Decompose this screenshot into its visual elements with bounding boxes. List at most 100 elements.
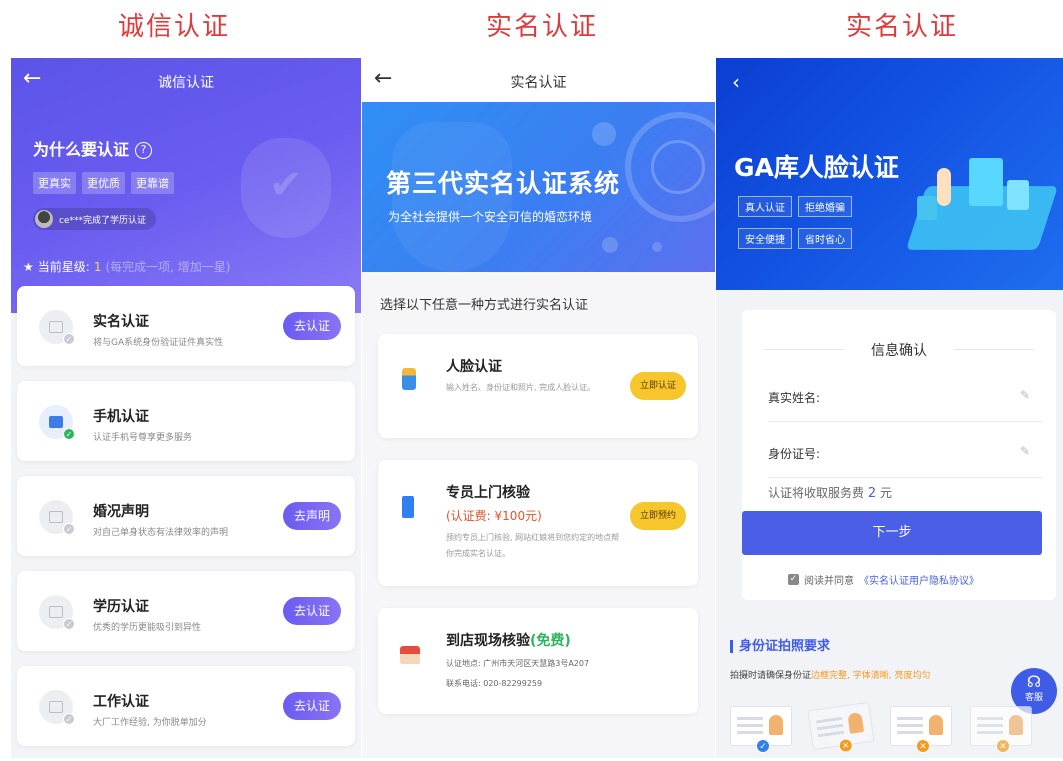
banner-title: GA库人脸认证 xyxy=(734,153,899,182)
fee-prefix: 认证将收取服务费 xyxy=(768,486,865,500)
card-desc: 对自己单身状态有法律效率的声明 xyxy=(93,528,229,538)
card-onsite-visit[interactable]: 专员上门核验 (认证费: ¥100元) 预约专员上门核验, 网站红娘将到您约定的… xyxy=(378,460,698,586)
tag: 拒绝婚骗 xyxy=(798,196,852,217)
tag: 安全便捷 xyxy=(738,228,792,249)
agreement-row: ✓ 阅读并同意 《实名认证用户隐私协议》 xyxy=(788,572,979,587)
card-desc: 优秀的学历更能吸引到异性 xyxy=(93,623,202,633)
activity-notice: ce***完成了学历认证 xyxy=(33,208,156,230)
pencil-icon: ✎ xyxy=(1019,444,1030,458)
tag: 更真实 xyxy=(33,172,76,194)
why-certify-text: 为什么要认证 xyxy=(33,140,130,159)
star-icon: ★ xyxy=(23,259,34,274)
graduation-cap-icon: ✓ xyxy=(39,595,75,630)
document-icon xyxy=(402,496,414,518)
back-chevron-icon[interactable]: ‹ xyxy=(732,70,740,94)
card-work[interactable]: ✓ 工作认证 大厂工作经验, 为你脱单加分 去认证 xyxy=(17,666,355,746)
id-card-icon: ✓ xyxy=(39,310,75,345)
pencil-icon: ✎ xyxy=(1019,388,1030,402)
card-education[interactable]: ✓ 学历认证 优秀的学历更能吸引到异性 去认证 xyxy=(17,571,355,651)
ring-deco xyxy=(651,140,705,194)
section-instruction: 选择以下任意一种方式进行实名认证 xyxy=(380,298,589,313)
tag: 真人认证 xyxy=(738,196,792,217)
id-example-blurry: ✕ xyxy=(970,706,1032,753)
card-realname[interactable]: ✓ 实名认证 将与GA系统身份验证证件真实性 去认证 xyxy=(17,286,355,366)
store-title: 到店现场核验 xyxy=(446,633,530,649)
card-desc: 输入姓名、身份证和照片, 完成人脸认证。 xyxy=(446,383,596,392)
cross-icon: ✕ xyxy=(916,739,930,753)
screen-ga-face-auth: ‹ GA库人脸认证 真人认证 拒绝婚骗 安全便捷 省时省心 信息确认 真实姓名: xyxy=(716,58,1063,758)
card-title: 人脸认证 xyxy=(446,359,502,375)
screen-realname-options: ← 实名认证 第三代实名认证系统 为全社会提供一个安全可信的婚恋环境 选择以下任… xyxy=(362,58,715,758)
store-icon xyxy=(400,646,420,664)
level-hint: (每完成一项, 增加一星) xyxy=(105,260,231,274)
page-title: 诚信认证 xyxy=(158,75,214,91)
star-level: ★ 当前星级: 1 (每完成一项, 增加一星) xyxy=(23,258,230,275)
caption-realname-1: 实名认证 xyxy=(486,12,599,42)
certify-now-button[interactable]: 立即认证 xyxy=(630,372,686,400)
real-name-field[interactable]: 真实姓名: ✎ xyxy=(768,372,1042,422)
card-title: 到店现场核验(免费) xyxy=(446,630,571,650)
tag: 省时省心 xyxy=(798,228,852,249)
req-prefix: 拍摄时请确保身份证 xyxy=(730,671,812,681)
caption-credit: 诚信认证 xyxy=(118,12,231,42)
form-title: 信息确认 xyxy=(742,340,1056,360)
top-bar: ← 诚信认证 xyxy=(11,58,361,102)
cross-icon: ✕ xyxy=(837,737,854,754)
checkbox[interactable]: ✓ xyxy=(788,574,799,585)
help-circle-icon[interactable]: ? xyxy=(135,142,153,159)
id-example-correct: ✓ xyxy=(730,706,792,753)
info-confirm-form: 信息确认 真实姓名: ✎ 身份证号: ✎ 认证将收取服务费 2 元 下一步 ✓ … xyxy=(742,310,1056,600)
card-store-visit[interactable]: 到店现场核验(免费) 认证地点: 广州市天河区天慧路3号A207 联系电话: 0… xyxy=(378,608,698,714)
card-marital[interactable]: ✓ 婚况声明 对自己单身状态有法律效率的声明 去声明 xyxy=(17,476,355,556)
card-title: 实名认证 xyxy=(93,314,149,330)
store-phone[interactable]: 联系电话: 020-82299259 xyxy=(446,676,686,692)
card-phone[interactable]: ✓ 手机认证 认证手机号尊享更多服务 xyxy=(17,381,355,461)
why-certify-heading: 为什么要认证? xyxy=(33,136,153,160)
id-example-tilted: ✕ xyxy=(807,701,875,754)
tag: 更靠谱 xyxy=(131,172,174,194)
req-highlight: 边框完整, 字体清晰, 亮度均匀 xyxy=(811,671,931,681)
field-label: 真实姓名: xyxy=(768,391,821,405)
avatar xyxy=(35,210,53,228)
privacy-agreement-link[interactable]: 《实名认证用户隐私协议》 xyxy=(859,572,979,587)
visit-fee: (认证费: ¥100元) xyxy=(446,509,542,523)
notice-text: ce***完成了学历认证 xyxy=(59,215,146,226)
tag: 更优质 xyxy=(82,172,125,194)
shield-deco-icon xyxy=(241,138,331,238)
stage: 诚信认证 实名认证 实名认证 ← 诚信认证 为什么要认证? 更真实 更优质 更靠… xyxy=(0,0,1063,761)
photo-requirements-text: 拍摄时请确保身份证边框完整, 字体清晰, 亮度均匀 xyxy=(730,668,930,681)
briefcase-icon: ✓ xyxy=(39,690,75,725)
screen-credit-certification: ← 诚信认证 为什么要认证? 更真实 更优质 更靠谱 ce***完成了学历认证 … xyxy=(11,58,361,758)
card-face-auth[interactable]: 人脸认证 输入姓名、身份证和照片, 完成人脸认证。 立即认证 xyxy=(378,334,698,438)
go-certify-button[interactable]: 去认证 xyxy=(283,597,341,625)
banner-title: 第三代实名认证系统 xyxy=(386,169,621,198)
dot-deco xyxy=(652,242,662,252)
next-step-button[interactable]: 下一步 xyxy=(742,511,1042,555)
go-certify-button[interactable]: 去认证 xyxy=(283,312,341,340)
go-declare-button[interactable]: 去声明 xyxy=(283,502,341,530)
field-label: 身份证号: xyxy=(768,447,821,461)
card-desc: 将与GA系统身份验证证件真实性 xyxy=(93,338,224,348)
check-icon: ✓ xyxy=(756,739,770,753)
card-title: 手机认证 xyxy=(93,409,149,425)
fee-note: 认证将收取服务费 2 元 xyxy=(768,484,892,501)
cross-icon: ✕ xyxy=(996,739,1010,753)
feature-tags: 安全便捷 省时省心 xyxy=(738,228,852,249)
id-number-field[interactable]: 身份证号: ✎ xyxy=(768,428,1042,478)
id-photo-examples: ✓ ✕ ✕ ✕ xyxy=(730,701,1032,754)
book-now-button[interactable]: 立即预约 xyxy=(630,502,686,530)
headset-icon: ☊ xyxy=(1026,672,1042,691)
card-desc: 认证手机号尊享更多服务 xyxy=(93,433,193,443)
card-desc: 大厂工作经验, 为你脱单加分 xyxy=(93,718,207,728)
store-address: 认证地点: 广州市天河区天慧路3号A207 xyxy=(446,659,590,668)
isometric-illustration xyxy=(897,118,1059,258)
banner-subtitle: 为全社会提供一个安全可信的婚恋环境 xyxy=(388,210,593,224)
benefit-tags: 更真实 更优质 更靠谱 xyxy=(33,172,174,194)
go-certify-button[interactable]: 去认证 xyxy=(283,692,341,720)
service-label: 客服 xyxy=(1024,693,1043,703)
fee-amount: 2 xyxy=(867,486,877,501)
banner: 第三代实名认证系统 为全社会提供一个安全可信的婚恋环境 xyxy=(362,102,715,272)
card-desc: 预约专员上门核验, 网站红娘将到您约定的地点帮你完成实名认证。 xyxy=(446,533,620,558)
free-tag: (免费) xyxy=(530,633,571,649)
card-title: 专员上门核验 xyxy=(446,485,530,501)
